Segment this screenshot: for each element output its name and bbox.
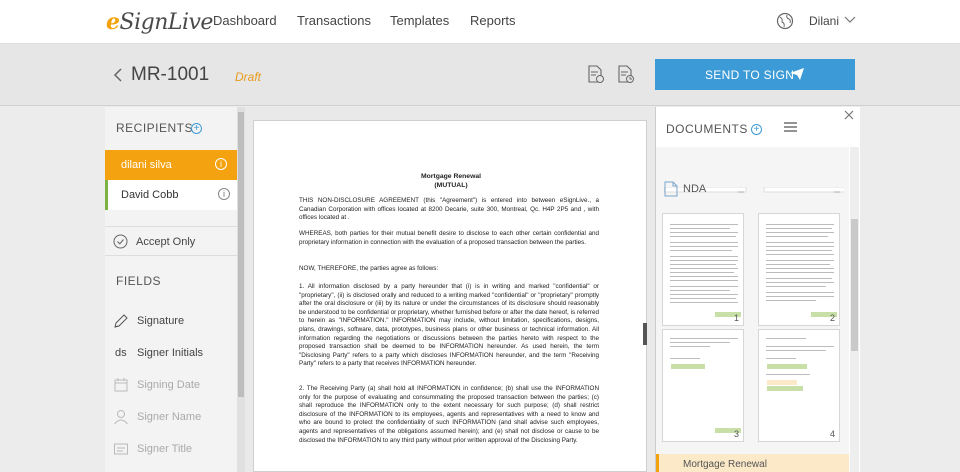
document-file-icon [664, 181, 678, 197]
back-chevron-icon[interactable] [112, 67, 124, 83]
add-document-icon[interactable]: + [751, 124, 762, 135]
document-item-mortgage-renewal[interactable]: Mortgage Renewal [656, 454, 849, 472]
document-title: Mortgage Renewal [420, 173, 482, 180]
recipients-heading: RECIPIENTS [116, 121, 194, 135]
recipient-item-dilani[interactable]: dilani silva i [105, 150, 237, 180]
left-panel-scroll-thumb[interactable] [238, 112, 244, 397]
document-paragraph: 2. The Receiving Party (a) shall hold al… [299, 385, 599, 444]
accept-only-option[interactable]: Accept Only [105, 226, 237, 256]
page-number: 1 [733, 313, 739, 323]
user-icon [114, 410, 128, 425]
recipient-name: David Cobb [121, 189, 179, 201]
document-paragraph: WHEREAS, both parties for their mutual b… [299, 230, 599, 246]
page-thumbnail[interactable]: 2 [758, 213, 840, 326]
page-number: 4 [829, 429, 835, 439]
transaction-title: MR-1001 [131, 64, 210, 85]
nav-reports[interactable]: Reports [470, 13, 516, 28]
globe-icon[interactable] [776, 12, 794, 30]
field-signer-name[interactable]: Signer Name [105, 403, 237, 433]
fields-heading: FIELDS [116, 274, 162, 288]
id-card-icon [114, 443, 128, 455]
documents-heading: DOCUMENTS [666, 122, 748, 136]
field-signing-date[interactable]: Signing Date [105, 371, 237, 401]
paper-plane-icon [790, 68, 804, 80]
list-icon[interactable] [784, 121, 797, 133]
document-history-icon[interactable] [617, 65, 635, 85]
recipient-item-david[interactable]: David Cobb i [105, 180, 237, 210]
document-subtitle: (MUTUAL) [434, 182, 468, 189]
page-thumbnail[interactable]: 3 [662, 329, 744, 442]
document-viewer: Mortgage Renewal (MUTUAL) THIS NON-DISCL… [245, 107, 655, 472]
documents-list: NDA 1 2 3 4 Mortgage Renewal [656, 147, 849, 472]
calendar-icon [114, 378, 128, 392]
nav-dashboard[interactable]: Dashboard [213, 13, 277, 28]
initials-icon: ds [115, 347, 127, 359]
recipient-name: dilani silva [121, 159, 172, 171]
nav-templates[interactable]: Templates [390, 13, 449, 28]
pen-icon [114, 314, 128, 328]
esignlive-logo[interactable]: eSignLive [106, 9, 213, 35]
user-menu-name[interactable]: Dilani [809, 14, 839, 28]
add-recipient-icon[interactable]: + [191, 123, 202, 134]
documents-scroll-thumb[interactable] [851, 219, 858, 351]
transaction-status: Draft [235, 70, 262, 84]
page-number: 2 [829, 313, 835, 323]
send-to-sign-button[interactable]: SEND TO SIGN [655, 59, 855, 90]
transaction-header: MR-1001 Draft SEND TO SIGN [0, 44, 960, 106]
document-paragraph: 1. All information disclosed by a party … [299, 283, 599, 368]
top-nav: eSignLive Dashboard Transactions Templat… [0, 0, 960, 44]
page-number: 3 [733, 429, 739, 439]
page-thumbnail[interactable]: 1 [662, 213, 744, 326]
document-paragraph: NOW, THEREFORE, the parties agree as fol… [299, 265, 439, 272]
check-circle-icon [113, 234, 128, 249]
field-signer-initials[interactable]: ds Signer Initials [105, 339, 237, 369]
document-page[interactable]: Mortgage Renewal (MUTUAL) THIS NON-DISCL… [253, 120, 647, 472]
panel-resize-handle[interactable] [643, 323, 647, 345]
page-thumbnail[interactable]: 4 [758, 329, 840, 442]
left-panel: RECIPIENTS + dilani silva i David Cobb i… [105, 107, 237, 472]
document-settings-icon[interactable] [587, 65, 605, 85]
document-paragraph: THIS NON-DISCLOSURE AGREEMENT (this "Agr… [299, 197, 599, 222]
document-name-nda[interactable]: NDA [683, 183, 706, 195]
info-icon[interactable]: i [215, 158, 227, 170]
close-icon[interactable] [843, 109, 855, 121]
documents-panel: DOCUMENTS + NDA 1 2 3 4 Mortgage Renewal [655, 107, 860, 472]
field-signer-title[interactable]: Signer Title [105, 435, 237, 465]
field-signature[interactable]: Signature [105, 307, 237, 337]
chevron-down-icon[interactable] [844, 14, 856, 24]
info-icon[interactable]: i [218, 188, 230, 200]
nav-transactions[interactable]: Transactions [297, 13, 371, 28]
